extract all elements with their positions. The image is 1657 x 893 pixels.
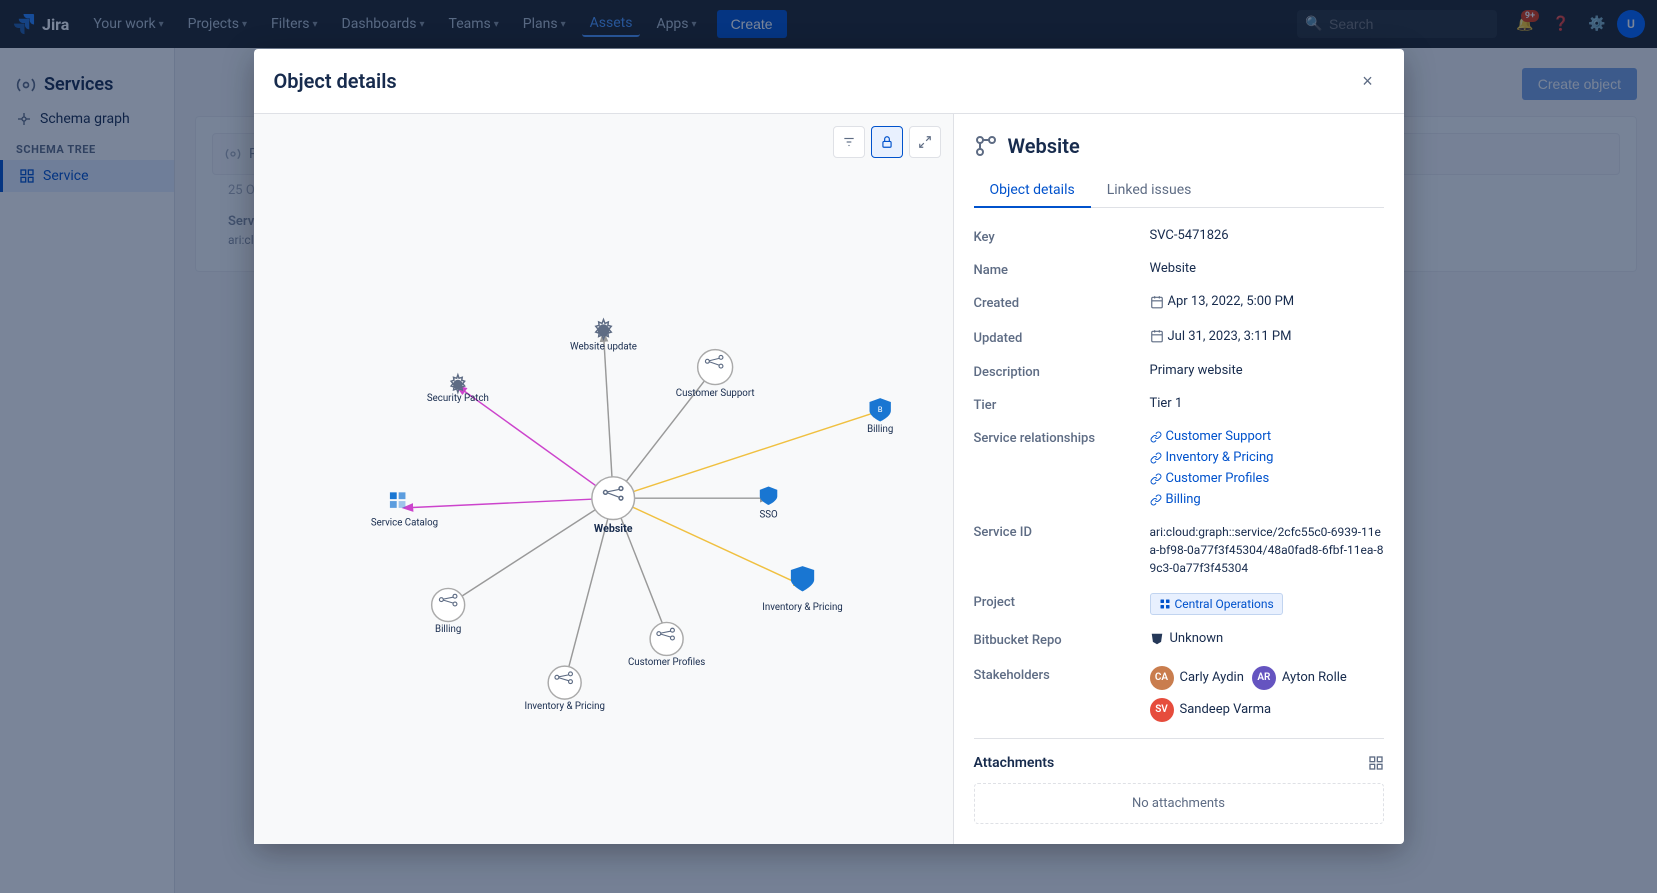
stakeholders-value: CA Carly Aydin AR Ayton Rolle SV S xyxy=(1150,666,1384,722)
updated-label: Updated xyxy=(974,329,1134,346)
rel-billing[interactable]: Billing xyxy=(1150,492,1384,507)
created-value: Apr 13, 2022, 5:00 PM xyxy=(1150,294,1384,313)
bitbucket-icon xyxy=(1150,632,1164,646)
svg-text:Customer Profiles: Customer Profiles xyxy=(627,657,704,668)
svg-text:Billing: Billing xyxy=(867,424,893,435)
svg-text:Security Patch: Security Patch xyxy=(426,393,488,404)
key-label: Key xyxy=(974,228,1134,245)
detail-updated-row: Updated Jul 31, 2023, 3:11 PM xyxy=(974,329,1384,348)
detail-key-row: Key SVC-5471826 xyxy=(974,228,1384,245)
details-header: Website xyxy=(974,134,1384,158)
details-pane: Website Object details Linked issues Key… xyxy=(954,114,1404,844)
graph-svg: Website B Billing xyxy=(254,114,953,844)
no-attachments-text: No attachments xyxy=(974,783,1384,824)
object-details-modal: Object details × xyxy=(254,49,1404,844)
detail-service-id-row: Service ID ari:cloud:graph::service/2cfc… xyxy=(974,523,1384,577)
detail-project-row: Project Central Operations xyxy=(974,593,1384,615)
stakeholder-ayton: AR Ayton Rolle xyxy=(1252,666,1347,690)
svg-text:Inventory & Pricing: Inventory & Pricing xyxy=(762,602,842,613)
detail-relationships-row: Service relationships Customer Support I… xyxy=(974,429,1384,507)
stakeholder-row-1: CA Carly Aydin AR Ayton Rolle xyxy=(1150,666,1384,690)
calendar-icon-2 xyxy=(1150,329,1164,343)
object-name: Website xyxy=(1008,134,1080,158)
rel-customer-profiles[interactable]: Customer Profiles xyxy=(1150,471,1384,486)
stakeholder-row-2: SV Sandeep Varma xyxy=(1150,698,1384,722)
relationships-label: Service relationships xyxy=(974,429,1134,446)
avatar-carly: CA xyxy=(1150,666,1174,690)
tab-linked-issues[interactable]: Linked issues xyxy=(1091,174,1208,208)
avatar-ayton: AR xyxy=(1252,666,1276,690)
relationships-value: Customer Support Inventory & Pricing Cus… xyxy=(1150,429,1384,507)
modal-title: Object details xyxy=(274,69,397,93)
bitbucket-label: Bitbucket Repo xyxy=(974,631,1134,648)
tier-value: Tier 1 xyxy=(1150,396,1384,411)
rel-customer-support[interactable]: Customer Support xyxy=(1150,429,1384,444)
svg-text:SSO: SSO xyxy=(759,510,778,521)
project-icon xyxy=(1159,598,1171,610)
link-icon-3 xyxy=(1150,473,1162,485)
svg-text:Billing: Billing xyxy=(435,624,461,635)
name-label: Name xyxy=(974,261,1134,278)
name-value: Website xyxy=(1150,261,1384,276)
project-value: Central Operations xyxy=(1150,593,1384,615)
service-id-value: ari:cloud:graph::service/2cfc55c0-6939-1… xyxy=(1150,523,1384,577)
bitbucket-value: Unknown xyxy=(1150,631,1384,650)
project-label: Project xyxy=(974,593,1134,610)
tab-object-details[interactable]: Object details xyxy=(974,174,1091,208)
modal-close-button[interactable]: × xyxy=(1352,65,1384,97)
svg-text:Website: Website xyxy=(593,522,632,535)
detail-created-row: Created Apr 13, 2022, 5:00 PM xyxy=(974,294,1384,313)
svg-text:Inventory & Pricing: Inventory & Pricing xyxy=(524,701,604,712)
svg-text:Customer Support: Customer Support xyxy=(675,388,754,399)
tier-label: Tier xyxy=(974,396,1134,413)
modal-body: Website B Billing xyxy=(254,114,1404,844)
description-label: Description xyxy=(974,363,1134,380)
service-id-label: Service ID xyxy=(974,523,1134,540)
svg-text:Service Catalog: Service Catalog xyxy=(370,518,437,529)
project-badge: Central Operations xyxy=(1150,593,1283,615)
key-value: SVC-5471826 xyxy=(1150,228,1384,243)
avatar-sandeep: SV xyxy=(1150,698,1174,722)
attachments-header: Attachments xyxy=(974,755,1384,771)
link-icon xyxy=(1150,431,1162,443)
stakeholder-carly: CA Carly Aydin xyxy=(1150,666,1244,690)
link-icon-2 xyxy=(1150,452,1162,464)
graph-pane: Website B Billing xyxy=(254,114,954,844)
description-value: Primary website xyxy=(1150,363,1384,378)
attachments-section: Attachments No attachments xyxy=(974,738,1384,824)
expand-tool-button[interactable] xyxy=(909,126,941,158)
detail-stakeholders-row: Stakeholders CA Carly Aydin AR Ayton Rol… xyxy=(974,666,1384,722)
object-icon xyxy=(974,134,998,158)
rel-inventory-pricing[interactable]: Inventory & Pricing xyxy=(1150,450,1384,465)
stakeholder-sandeep: SV Sandeep Varma xyxy=(1150,698,1384,722)
attachments-title: Attachments xyxy=(974,755,1055,771)
svg-text:B: B xyxy=(877,405,882,414)
link-icon-4 xyxy=(1150,494,1162,506)
filter-tool-button[interactable] xyxy=(833,126,865,158)
detail-tier-row: Tier Tier 1 xyxy=(974,396,1384,413)
calendar-icon xyxy=(1150,295,1164,309)
detail-description-row: Description Primary website xyxy=(974,363,1384,380)
svg-text:Website update: Website update xyxy=(570,342,637,353)
stakeholders-label: Stakeholders xyxy=(974,666,1134,683)
created-label: Created xyxy=(974,294,1134,311)
graph-toolbar xyxy=(833,126,941,158)
grid-view-icon[interactable] xyxy=(1368,755,1384,771)
modal-overlay[interactable]: Object details × xyxy=(0,0,1657,893)
detail-bitbucket-row: Bitbucket Repo Unknown xyxy=(974,631,1384,650)
lock-tool-button[interactable] xyxy=(871,126,903,158)
modal-header: Object details × xyxy=(254,49,1404,114)
details-tabs: Object details Linked issues xyxy=(974,174,1384,208)
updated-value: Jul 31, 2023, 3:11 PM xyxy=(1150,329,1384,348)
detail-name-row: Name Website xyxy=(974,261,1384,278)
